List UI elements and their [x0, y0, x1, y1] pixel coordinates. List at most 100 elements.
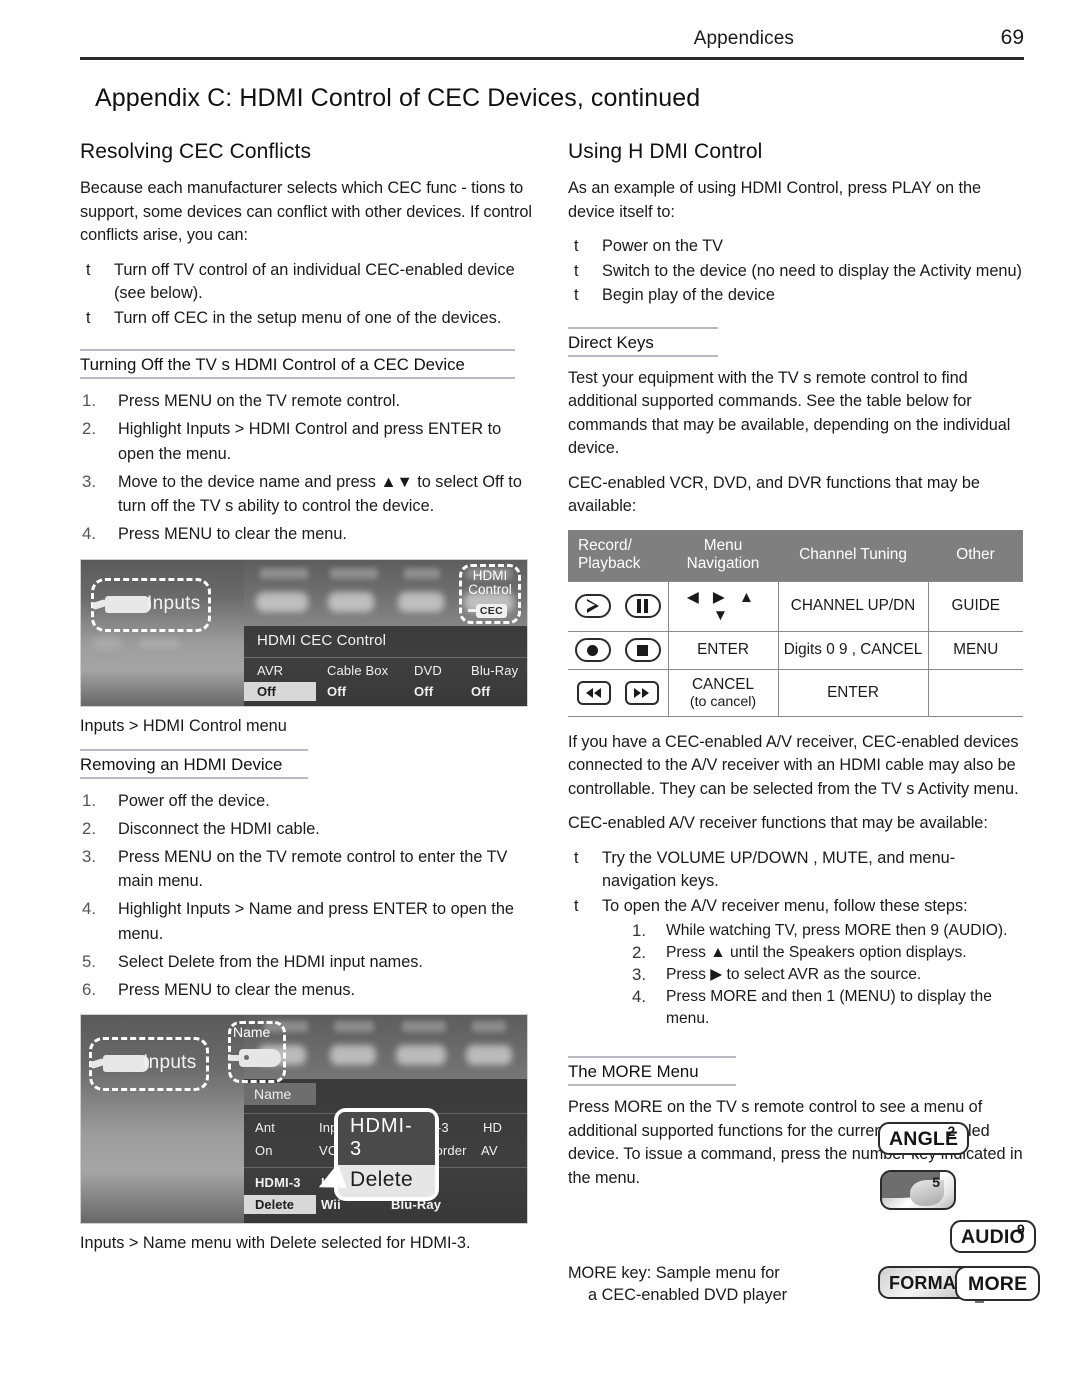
running-header: Appendices 69	[80, 26, 1024, 50]
step-number: 3.	[82, 471, 96, 491]
tv-value[interactable]: AV	[481, 1143, 498, 1158]
more-key-caption: MORE key: Sample menu for a CEC-enabled …	[568, 1262, 868, 1306]
list-item: t Turn off TV control of an individual C…	[80, 259, 535, 306]
step-number: 6.	[82, 979, 96, 999]
blurred-label	[334, 1021, 374, 1032]
remote-key-audio[interactable]: 9 AUDIO	[950, 1220, 1036, 1253]
record-icon[interactable]	[574, 638, 611, 662]
step-text: Select Delete from the HDMI input names.	[118, 952, 423, 971]
audio-key-button[interactable]: 9 AUDIO	[950, 1220, 1036, 1253]
angle-key-button[interactable]: 2 ANGLE	[878, 1122, 970, 1155]
subheading-removing-hdmi-device: Removing an HDMI Device	[80, 748, 308, 779]
blurred-icon	[328, 591, 374, 612]
rewind-icon[interactable]	[576, 680, 611, 705]
blurred-icon	[93, 635, 121, 650]
play-icon[interactable]	[574, 594, 611, 618]
fast-forward-icon[interactable]	[624, 680, 659, 705]
cell-other: MENU	[927, 630, 1023, 670]
bullet-marker: t	[574, 848, 579, 867]
step-text: Press ▶ to select AVR as the source.	[666, 966, 922, 983]
list-item: 3. Move to the device name and press ▲▼ …	[80, 470, 535, 519]
step-number: 4.	[82, 524, 96, 543]
step-text: Press MENU on the TV remote control to e…	[118, 847, 508, 891]
step-text: Highlight Inputs > Name and press ENTER …	[118, 900, 514, 943]
blurred-label	[139, 637, 179, 649]
step-number: 5.	[82, 951, 96, 971]
blurred-icon	[396, 1045, 446, 1065]
tv-value[interactable]: Off	[327, 684, 346, 699]
pause-icon[interactable]	[624, 594, 661, 618]
step-text: Press MORE and then 1 (MENU) to display …	[666, 988, 992, 1027]
cell-menu-navigation: ENTER	[667, 630, 779, 670]
subheading-direct-keys: Direct Keys	[568, 326, 718, 357]
list-item: 6. Press MENU to clear the menus.	[80, 978, 535, 1003]
list-item: 2. Highlight Inputs > HDMI Control and p…	[80, 417, 535, 466]
list-item: 1. While watching TV, press MORE then 9 …	[630, 920, 1023, 942]
stop-icon[interactable]	[624, 638, 661, 662]
cell-text: CANCEL	[691, 675, 755, 693]
popup-action-delete[interactable]: Delete	[338, 1165, 435, 1197]
paragraph-av-functions: CEC-enabled A/V receiver functions that …	[568, 814, 988, 832]
step-number: 3.	[82, 846, 96, 866]
paragraph-vcr-dvd-dvr: CEC-enabled VCR, DVD, and DVR functions …	[568, 473, 980, 516]
tv-col-label: AVR	[257, 662, 284, 678]
list-item: t Try the VOLUME UP/DOWN , MUTE, and men…	[568, 847, 1023, 894]
bullet-marker: t	[86, 308, 91, 327]
steps-avr-menu: 1. While watching TV, press MORE then 9 …	[630, 920, 1023, 1030]
cell-record-stop-icons	[568, 630, 669, 670]
figure-hdmi-control-menu: HDMI CEC Control AVR Cable Box DVD Blu-R…	[80, 558, 528, 707]
more-key-button[interactable]: MORE	[955, 1266, 1041, 1301]
cell-other: GUIDE	[927, 580, 1023, 632]
page-number: 69	[1000, 26, 1024, 49]
list-item: 2. Disconnect the HDMI cable.	[80, 817, 535, 842]
table-column-header-record-playback: Record/ Playback	[568, 529, 668, 581]
step-text: Press ▲ until the Speakers option displa…	[666, 944, 967, 961]
tv-value[interactable]: On	[255, 1143, 273, 1158]
blurred-label	[472, 1021, 506, 1032]
step-number: 2.	[82, 419, 96, 438]
picture-key-button[interactable]: 5	[880, 1170, 956, 1210]
remote-key-angle[interactable]: 2 ANGLE	[878, 1122, 970, 1155]
remote-key-picture[interactable]: 5	[880, 1170, 956, 1210]
step-text: Highlight Inputs > HDMI Control and pres…	[118, 420, 502, 463]
bullet-marker: t	[574, 286, 579, 304]
cell-channel-tuning: Digits 0 9 , CANCEL	[777, 630, 929, 670]
tv-col-label: HD	[483, 1120, 503, 1135]
table-row: CANCEL (to cancel) ENTER	[568, 668, 1023, 717]
tv-value[interactable]: Wii	[321, 1197, 341, 1212]
steps-turning-off: 1. Press MENU on the TV remote control. …	[80, 389, 535, 547]
key-number: 2	[947, 1123, 956, 1139]
tv-value[interactable]: Off	[471, 684, 490, 699]
bullet-marker: t	[574, 261, 579, 280]
tv-col-label: Ant	[255, 1120, 275, 1135]
tv-value-selected[interactable]: Delete	[244, 1195, 316, 1214]
tv-value[interactable]: Off	[414, 684, 433, 699]
table-header-row: Record/ Playback Menu Navigation Channel…	[568, 529, 1023, 581]
table-column-header-menu-navigation: Menu Navigation	[668, 529, 778, 581]
remote-key-more[interactable]: MORE	[955, 1266, 1041, 1301]
header-line-1: Record/	[578, 536, 632, 554]
cell-other	[927, 668, 1023, 717]
step-number: 4.	[82, 899, 96, 918]
divider	[244, 656, 527, 658]
subheading-turning-off-tv-hdmi-control: Turning Off the TV s HDMI Control of a C…	[80, 349, 515, 379]
section-heading-using-hdmi-control: Using H DMI Control	[568, 140, 763, 163]
step-text: Power off the device.	[118, 791, 270, 810]
paragraph-intro-left: Because each manufacturer selects which …	[80, 179, 532, 244]
bullet-list-conflicts: t Turn off TV control of an individual C…	[80, 259, 535, 331]
cell-channel-tuning: ENTER	[777, 668, 929, 717]
blurred-icon	[466, 1045, 512, 1065]
tv-value-selected[interactable]: Off	[244, 681, 316, 701]
step-number: 1.	[82, 391, 96, 410]
blurred-icon	[256, 591, 308, 612]
step-number: 2.	[632, 943, 646, 962]
key-label: AUDIO	[961, 1226, 1025, 1248]
list-item: 1. Power off the device.	[80, 789, 535, 814]
tv-tab-name[interactable]: Name	[244, 1083, 316, 1105]
list-item-text: Begin play of the device	[602, 286, 775, 304]
cell-subtext: (to cancel)	[689, 693, 757, 710]
blurred-label	[404, 567, 440, 579]
list-item-text: Turn off CEC in the setup menu of one of…	[114, 308, 502, 327]
more-caption-line-1: MORE key: Sample menu for	[568, 1264, 780, 1282]
step-number: 1.	[632, 921, 646, 940]
